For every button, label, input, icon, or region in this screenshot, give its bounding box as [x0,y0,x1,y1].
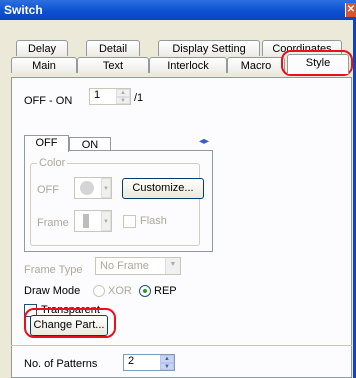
change-part-button[interactable]: Change Part... [30,315,108,336]
dropdown-arrow-icon[interactable]: ▼ [101,178,111,198]
tab-scroll-arrows-icon[interactable]: ◂▸ [199,136,209,147]
down-arrow-icon[interactable]: ▼ [160,362,174,370]
tab-style[interactable]: Style [287,54,349,74]
patterns-label: No. of Patterns [24,358,98,370]
up-arrow-icon[interactable]: ▲ [116,89,130,97]
frame-type-value: No Frame [100,260,149,272]
off-color-label: OFF [37,184,59,196]
flash-label: Flash [140,215,167,227]
frame-type-label: Frame Type [24,264,83,276]
rep-label: REP [154,285,177,297]
tab-text[interactable]: Text [77,57,149,73]
off-on-stepper[interactable]: 1 ▲ ▼ [89,88,131,105]
off-on-value: 1 [94,89,101,101]
window-title: Switch [4,3,43,17]
flash-checkbox[interactable] [123,215,136,228]
patterns-value: 2 [128,355,135,367]
close-icon[interactable]: ✕ [345,3,356,17]
tab-interlock[interactable]: Interlock [149,57,227,73]
rep-radio[interactable] [139,285,151,297]
tab-macro[interactable]: Macro [227,57,285,73]
color-group-legend: Color [37,157,68,169]
dropdown-arrow-icon[interactable]: ▼ [165,258,180,274]
xor-radio[interactable] [93,285,105,297]
customize-button[interactable]: Customize... [122,178,204,199]
dropdown-arrow-icon[interactable]: ▼ [101,211,111,231]
down-arrow-icon[interactable]: ▼ [116,96,130,104]
draw-mode-label: Draw Mode [24,285,81,297]
off-color-picker[interactable]: ▼ [74,177,112,199]
palette-icon [80,181,94,195]
frame-color-picker[interactable]: ▼ [74,210,112,232]
tab-display-setting[interactable]: Display Setting [158,40,260,56]
tab-detail[interactable]: Detail [86,40,140,56]
color-group [30,163,200,246]
patterns-stepper[interactable]: 2 ▲ ▼ [123,354,175,371]
off-on-total: /1 [134,92,144,104]
xor-label: XOR [108,285,132,297]
frame-type-select[interactable]: No Frame ▼ [95,257,181,275]
frame-color-label: Frame [37,217,69,229]
tab-delay[interactable]: Delay [16,40,68,56]
pen-icon [83,214,89,228]
off-on-label: OFF - ON [24,95,73,107]
separator [11,345,352,346]
inner-tab-off[interactable]: OFF [24,135,69,152]
title-bar: Switch ✕ [0,0,356,20]
tab-main[interactable]: Main [11,57,77,73]
up-arrow-icon[interactable]: ▲ [160,355,174,363]
